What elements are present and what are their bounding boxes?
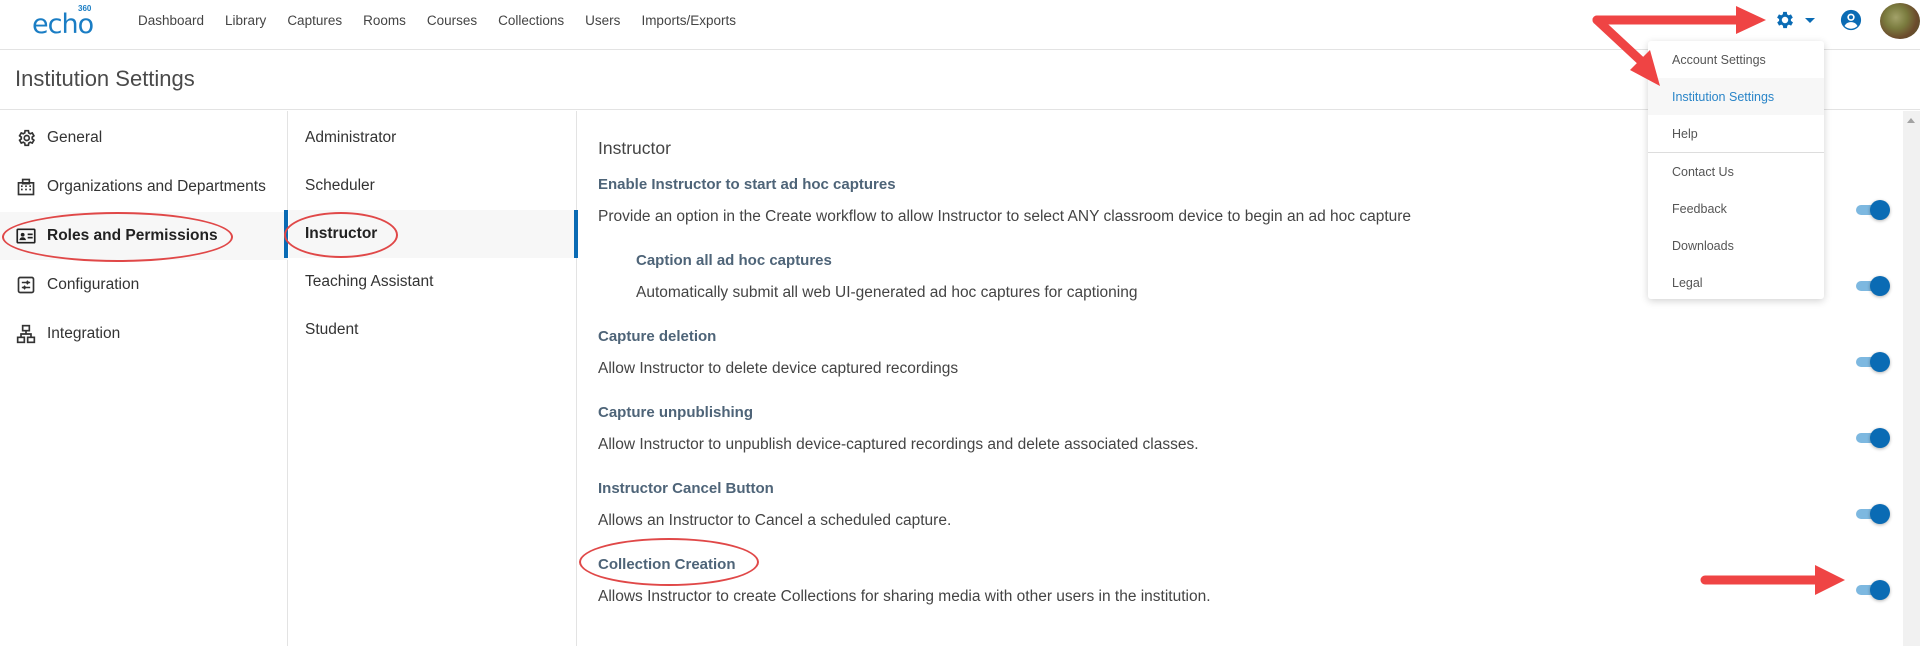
nav-rooms[interactable]: Rooms (363, 13, 406, 28)
nav-dashboard[interactable]: Dashboard (138, 13, 204, 28)
menu-institution-settings[interactable]: Institution Settings (1648, 78, 1824, 115)
setting-title: Capture deletion (598, 328, 717, 345)
role-instructor[interactable]: Instructor (284, 210, 578, 258)
toggle-cancel-button[interactable] (1856, 504, 1890, 524)
setting-description: Automatically submit all web UI-generate… (636, 284, 1138, 301)
nav-collections[interactable]: Collections (498, 13, 564, 28)
menu-feedback[interactable]: Feedback (1648, 190, 1824, 227)
sidebar-item-label: Organizations and Departments (47, 178, 266, 195)
menu-contact-us[interactable]: Contact Us (1648, 153, 1824, 190)
nav-captures[interactable]: Captures (287, 13, 342, 28)
sidebar-item-label: Integration (47, 325, 121, 342)
gear-icon[interactable] (1774, 9, 1796, 31)
roles-list: Administrator Scheduler Instructor Teach… (284, 111, 578, 646)
setting-title: Capture unpublishing (598, 404, 753, 421)
nav-users[interactable]: Users (585, 13, 620, 28)
section-title: Instructor (598, 138, 671, 158)
id-card-icon (15, 226, 37, 246)
toggle-capture-deletion[interactable] (1856, 352, 1890, 372)
sidebar-item-configuration[interactable]: Configuration (0, 261, 288, 309)
setting-collection-creation: Collection Creation Allows Instructor to… (598, 555, 1211, 607)
setting-caption-adhoc: Caption all ad hoc captures Automaticall… (636, 251, 1137, 303)
toggle-capture-unpublishing[interactable] (1856, 428, 1890, 448)
caret-down-icon[interactable] (1805, 18, 1815, 23)
scrollbar[interactable] (1903, 111, 1920, 646)
nav-imports-exports[interactable]: Imports/Exports (641, 13, 736, 28)
role-scheduler[interactable]: Scheduler (289, 162, 576, 210)
settings-dropdown-menu: Account Settings Institution Settings He… (1648, 41, 1824, 299)
toggle-collection-creation[interactable] (1856, 580, 1890, 600)
sidebar-item-integration[interactable]: Integration (0, 310, 288, 358)
page-title: Institution Settings (15, 66, 195, 91)
sidebar-item-organizations[interactable]: Organizations and Departments (0, 163, 288, 211)
avatar[interactable] (1880, 3, 1920, 39)
setting-title: Collection Creation (598, 556, 736, 573)
title-row: Institution Settings (0, 51, 1920, 110)
setting-capture-unpublishing: Capture unpublishing Allow Instructor to… (598, 403, 1199, 455)
nav-library[interactable]: Library (225, 13, 266, 28)
network-icon (15, 324, 37, 344)
setting-description: Allow Instructor to delete device captur… (598, 360, 959, 377)
nav-courses[interactable]: Courses (427, 13, 477, 28)
setting-title: Caption all ad hoc captures (636, 252, 832, 269)
setting-capture-deletion: Capture deletion Allow Instructor to del… (598, 327, 958, 379)
settings-sidebar: General Organizations and Departments Ro… (0, 111, 288, 646)
top-navbar: echo 360 Dashboard Library Captures Room… (0, 0, 1920, 50)
menu-legal[interactable]: Legal (1648, 264, 1824, 301)
setting-cancel-button: Instructor Cancel Button Allows an Instr… (598, 479, 951, 531)
sliders-icon (15, 275, 37, 295)
sidebar-item-label: General (47, 129, 103, 146)
main-nav: Dashboard Library Captures Rooms Courses… (138, 0, 757, 40)
building-icon (15, 177, 37, 197)
menu-help[interactable]: Help (1648, 115, 1824, 152)
echo360-logo[interactable]: echo 360 (32, 4, 94, 40)
setting-description: Allow Instructor to unpublish device-cap… (598, 436, 1199, 453)
toggle-enable-adhoc[interactable] (1856, 200, 1890, 220)
logo-text: echo (32, 9, 94, 40)
menu-account-settings[interactable]: Account Settings (1648, 41, 1824, 78)
setting-enable-adhoc: Enable Instructor to start ad hoc captur… (598, 175, 1411, 227)
role-administrator[interactable]: Administrator (289, 114, 576, 162)
setting-title: Enable Instructor to start ad hoc captur… (598, 176, 896, 193)
role-teaching-assistant[interactable]: Teaching Assistant (289, 258, 576, 306)
role-student[interactable]: Student (289, 306, 576, 354)
setting-title: Instructor Cancel Button (598, 480, 774, 497)
sidebar-item-label: Roles and Permissions (47, 227, 218, 244)
toggle-caption-adhoc[interactable] (1856, 276, 1890, 296)
menu-downloads[interactable]: Downloads (1648, 227, 1824, 264)
scroll-up-arrow-icon[interactable] (1907, 118, 1915, 123)
setting-description: Provide an option in the Create workflow… (598, 208, 1412, 225)
setting-description: Allows an Instructor to Cancel a schedul… (598, 512, 952, 529)
sidebar-item-general[interactable]: General (0, 114, 288, 162)
user-circle-icon[interactable] (1840, 9, 1862, 31)
sidebar-item-roles-permissions[interactable]: Roles and Permissions (0, 212, 288, 260)
gear-outline-icon (15, 128, 37, 148)
setting-description: Allows Instructor to create Collections … (598, 588, 1211, 605)
logo-superscript: 360 (78, 4, 92, 13)
sidebar-item-label: Configuration (47, 276, 140, 293)
